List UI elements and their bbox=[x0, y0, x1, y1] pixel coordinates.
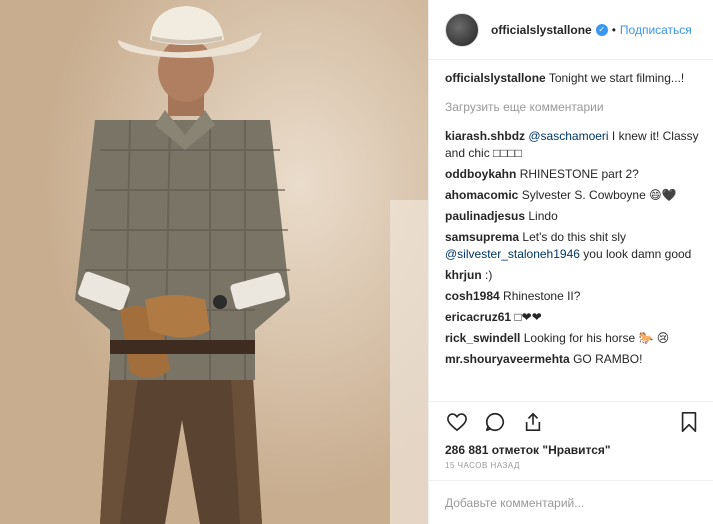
comment-mention[interactable]: @silvester_staloneh1946 bbox=[445, 247, 580, 261]
bookmark-icon[interactable] bbox=[677, 410, 701, 434]
heart-icon[interactable] bbox=[445, 410, 469, 434]
share-icon[interactable] bbox=[521, 410, 545, 434]
add-comment-bar bbox=[429, 480, 713, 524]
comment-item: rick_swindell Looking for his horse 🐎 😢 bbox=[445, 330, 701, 347]
comment-item: paulinadjesus Lindo bbox=[445, 208, 701, 225]
comment-item: oddboykahn RHINESTONE part 2? bbox=[445, 166, 701, 183]
comment-text: □❤❤ bbox=[514, 310, 542, 324]
post-sidebar: officialslystallone ✓ • Подписаться offi… bbox=[428, 0, 713, 524]
comment-text: Lindo bbox=[528, 209, 558, 223]
load-more-comments-button[interactable]: Загрузить еще комментарии bbox=[445, 99, 701, 116]
comment-username[interactable]: samsuprema bbox=[445, 230, 519, 244]
comment-username[interactable]: kiarash.shbdz bbox=[445, 129, 525, 143]
post-caption: officialslystallone Tonight we start fil… bbox=[445, 70, 701, 87]
post-photo[interactable] bbox=[0, 0, 428, 524]
comment-item: ericacruz61 □❤❤ bbox=[445, 309, 701, 326]
comment-text: Rhinestone II? bbox=[503, 289, 581, 303]
comment-username[interactable]: oddboykahn bbox=[445, 167, 516, 181]
comment-icon[interactable] bbox=[483, 410, 507, 434]
comment-username[interactable]: mr.shouryaveermehta bbox=[445, 352, 570, 366]
comment-text: :) bbox=[485, 268, 493, 282]
comment-text: Sylvester S. Cowboyne 😄🖤 bbox=[521, 188, 677, 202]
post-header: officialslystallone ✓ • Подписаться bbox=[429, 0, 713, 60]
header-separator: • bbox=[611, 22, 616, 37]
follow-button[interactable]: Подписаться bbox=[620, 23, 692, 37]
comment-text: RHINESTONE part 2? bbox=[519, 167, 639, 181]
comment-text: you look damn good bbox=[579, 247, 692, 261]
action-bar bbox=[429, 401, 713, 441]
comment-text: Let's do this shit sly bbox=[522, 230, 627, 244]
comment-text: Looking for his horse 🐎 😢 bbox=[523, 331, 670, 345]
comment-item: kiarash.shbdz @saschamoeri I knew it! Cl… bbox=[445, 128, 701, 162]
post-timestamp[interactable]: 15 часов назад bbox=[429, 459, 713, 480]
comment-item: cosh1984 Rhinestone II? bbox=[445, 288, 701, 305]
comment-item: samsuprema Let's do this shit sly @silve… bbox=[445, 229, 701, 263]
comment-item: khrjun :) bbox=[445, 267, 701, 284]
likes-count[interactable]: 286 881 отметок "Нравится" bbox=[429, 441, 713, 459]
comment-username[interactable]: cosh1984 bbox=[445, 289, 500, 303]
comment-mention[interactable]: @saschamoeri bbox=[528, 129, 608, 143]
comment-item: mr.shouryaveermehta GO RAMBO! bbox=[445, 351, 701, 368]
comment-input[interactable] bbox=[445, 495, 697, 510]
caption-text: Tonight we start filming...! bbox=[548, 71, 685, 85]
instagram-post: officialslystallone ✓ • Подписаться offi… bbox=[0, 0, 713, 524]
caption-username[interactable]: officialslystallone bbox=[445, 71, 546, 85]
user-avatar[interactable] bbox=[445, 12, 479, 47]
comment-username[interactable]: khrjun bbox=[445, 268, 482, 282]
verified-badge-icon: ✓ bbox=[595, 23, 608, 36]
comment-username[interactable]: rick_swindell bbox=[445, 331, 520, 345]
photo-illustration bbox=[0, 0, 428, 524]
comment-username[interactable]: ericacruz61 bbox=[445, 310, 511, 324]
comment-text: GO RAMBO! bbox=[573, 352, 643, 366]
comment-item: ahomacomic Sylvester S. Cowboyne 😄🖤 bbox=[445, 187, 701, 204]
comment-username[interactable]: paulinadjesus bbox=[445, 209, 525, 223]
comment-username[interactable]: ahomacomic bbox=[445, 188, 518, 202]
header-username[interactable]: officialslystallone bbox=[491, 23, 592, 37]
comments-list: officialslystallone Tonight we start fil… bbox=[429, 60, 713, 401]
